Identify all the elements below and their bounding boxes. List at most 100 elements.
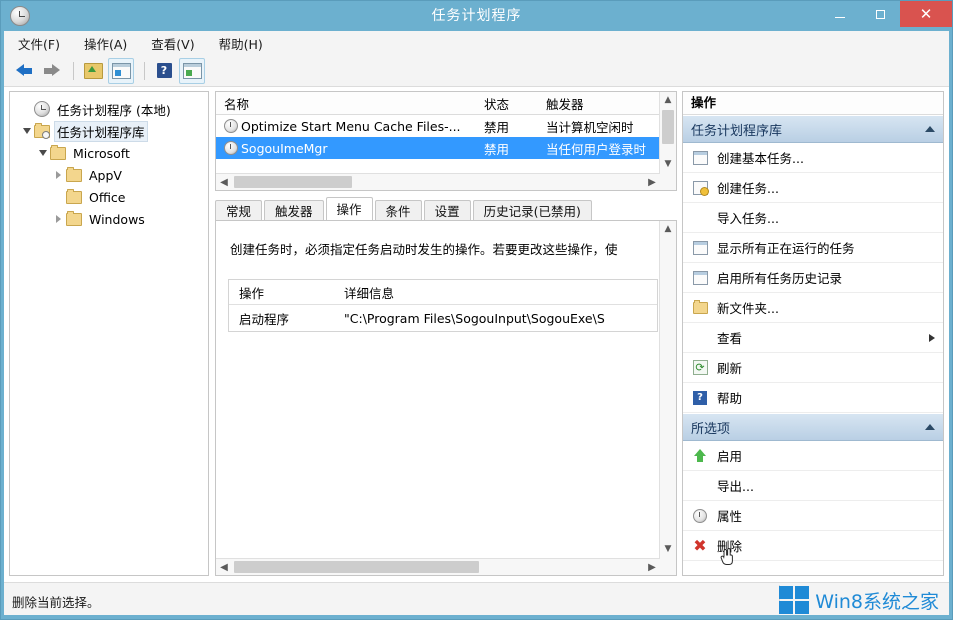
tree-label: Microsoft [70, 145, 133, 162]
minimize-icon [835, 17, 845, 18]
table-row[interactable]: 启动程序 "C:\Program Files\SogouInput\SogouE… [229, 305, 657, 331]
maximize-button[interactable] [860, 1, 900, 27]
tab-settings[interactable]: 设置 [424, 200, 471, 221]
chevron-down-icon [23, 128, 31, 134]
scroll-up-icon[interactable]: ▲ [660, 221, 676, 237]
actions-table[interactable]: 操作 详细信息 启动程序 "C:\Program Files\SogouInpu… [228, 279, 658, 332]
tree-expander-closed[interactable] [52, 215, 66, 223]
menu-action[interactable]: 操作(A) [74, 32, 137, 55]
scroll-thumb[interactable] [234, 561, 479, 573]
folder-icon [66, 169, 82, 182]
toolbar-show-panel-button[interactable] [108, 58, 134, 84]
column-header-status[interactable]: 状态 [484, 94, 546, 113]
console-tree-pane[interactable]: 任务计划程序 (本地) 任务计划程序库 Microsoft AppV [9, 91, 209, 576]
status-bar: 删除当前选择。 Win8系统之家 [4, 582, 949, 615]
action-label: 显示所有正在运行的任务 [717, 238, 935, 257]
action-label: 刷新 [717, 358, 935, 377]
tree-expander-closed[interactable] [52, 171, 66, 179]
console-tree: 任务计划程序 (本地) 任务计划程序库 Microsoft AppV [10, 92, 208, 236]
table-row[interactable]: SogouImeMgr 禁用 当任何用户登录时 [216, 137, 676, 159]
detail-vertical-scrollbar[interactable]: ▲ ▼ [659, 221, 676, 575]
toolbar-help-button[interactable]: ? [152, 59, 176, 83]
folder-icon [50, 147, 66, 160]
action-label: 启用所有任务历史记录 [717, 268, 935, 287]
chevron-up-icon[interactable] [925, 424, 935, 430]
scroll-thumb[interactable] [234, 176, 352, 188]
tab-general[interactable]: 常规 [215, 200, 262, 221]
scroll-down-icon[interactable]: ▼ [660, 541, 676, 557]
scroll-up-icon[interactable]: ▲ [660, 92, 676, 108]
actions-group-header-selected[interactable]: 所选项 [683, 413, 943, 441]
action-label: 导出... [717, 476, 935, 495]
close-button[interactable]: ✕ [900, 1, 952, 27]
column-header-trigger[interactable]: 触发器 [546, 94, 658, 113]
task-list-header: 名称 状态 触发器 [216, 92, 676, 115]
tree-node-windows[interactable]: Windows [14, 208, 204, 230]
minimize-button[interactable] [820, 1, 860, 27]
tab-triggers[interactable]: 触发器 [264, 200, 324, 221]
tab-actions[interactable]: 操作 [326, 197, 373, 221]
action-create-basic-task[interactable]: 创建基本任务... [683, 143, 943, 173]
tree-expander-open[interactable] [20, 128, 34, 134]
toolbar-forward-button[interactable] [39, 59, 63, 83]
scroll-right-icon[interactable]: ▶ [644, 174, 660, 190]
tree-label: AppV [86, 167, 125, 184]
scroll-left-icon[interactable]: ◀ [216, 559, 232, 575]
column-header-details[interactable]: 详细信息 [344, 283, 657, 302]
window-controls: ✕ [820, 1, 952, 27]
scroll-thumb[interactable] [662, 110, 674, 144]
action-enable[interactable]: 启用 [683, 441, 943, 471]
status-text: 删除当前选择。 [12, 592, 100, 611]
tree-node-task-scheduler-library[interactable]: 任务计划程序库 [14, 120, 204, 142]
action-label: 属性 [717, 506, 935, 525]
tree-expander-open[interactable] [36, 150, 50, 156]
action-export[interactable]: 导出... [683, 471, 943, 501]
tree-node-task-scheduler-local[interactable]: 任务计划程序 (本地) [14, 98, 204, 120]
toolbar-separator-2 [144, 62, 145, 80]
menu-view[interactable]: 查看(V) [141, 32, 204, 55]
chevron-up-icon[interactable] [925, 126, 935, 132]
scroll-down-icon[interactable]: ▼ [660, 156, 676, 172]
action-label: 删除 [717, 536, 935, 555]
maximize-icon [876, 10, 885, 19]
task-name-cell: Optimize Start Menu Cache Files-... [216, 119, 484, 134]
action-new-folder[interactable]: 新文件夹... [683, 293, 943, 323]
actions-group-header-library[interactable]: 任务计划程序库 [683, 115, 943, 143]
windows-logo-icon [779, 586, 809, 614]
toolbar-run-panel-button[interactable] [179, 58, 205, 84]
menu-file[interactable]: 文件(F) [8, 32, 70, 55]
table-row[interactable]: Optimize Start Menu Cache Files-... 禁用 当… [216, 115, 676, 137]
toolbar-up-button[interactable] [81, 59, 105, 83]
back-arrow-icon [16, 63, 33, 78]
action-help[interactable]: ? 帮助 [683, 383, 943, 413]
tab-conditions[interactable]: 条件 [375, 200, 422, 221]
scroll-left-icon[interactable]: ◀ [216, 174, 232, 190]
action-show-running-tasks[interactable]: 显示所有正在运行的任务 [683, 233, 943, 263]
action-enable-task-history[interactable]: 启用所有任务历史记录 [683, 263, 943, 293]
tree-node-office[interactable]: Office [14, 186, 204, 208]
tab-history[interactable]: 历史记录(已禁用) [473, 200, 592, 221]
menu-help[interactable]: 帮助(H) [209, 32, 273, 55]
tree-node-microsoft[interactable]: Microsoft [14, 142, 204, 164]
forward-arrow-icon [43, 63, 60, 78]
action-create-task[interactable]: 创建任务... [683, 173, 943, 203]
column-header-name[interactable]: 名称 [216, 94, 484, 113]
tree-node-appv[interactable]: AppV [14, 164, 204, 186]
detail-horizontal-scrollbar[interactable]: ◀ ▶ [216, 558, 660, 575]
column-header-action[interactable]: 操作 [229, 283, 344, 302]
detail-tabs: 常规 触发器 操作 条件 设置 历史记录(已禁用) [215, 197, 677, 221]
task-list-vertical-scrollbar[interactable]: ▲ ▼ [659, 92, 676, 190]
toolbar-back-button[interactable] [12, 59, 36, 83]
toolbar-separator-1 [73, 62, 74, 80]
task-clock-icon [224, 141, 238, 155]
action-properties[interactable]: 属性 [683, 501, 943, 531]
show-panel-icon [112, 63, 131, 79]
action-delete[interactable]: ✖ 删除 [683, 531, 943, 561]
task-list-horizontal-scrollbar[interactable]: ◀ ▶ [216, 173, 660, 190]
scroll-right-icon[interactable]: ▶ [644, 559, 660, 575]
action-view[interactable]: 查看 [683, 323, 943, 353]
action-refresh[interactable]: ⟳ 刷新 [683, 353, 943, 383]
action-import-task[interactable]: 导入任务... [683, 203, 943, 233]
task-list[interactable]: 名称 状态 触发器 Optimize Start Menu Cache File… [215, 91, 677, 191]
detail-description: 创建任务时，必须指定任务启动时发生的操作。若要更改这些操作，使 [230, 239, 650, 258]
